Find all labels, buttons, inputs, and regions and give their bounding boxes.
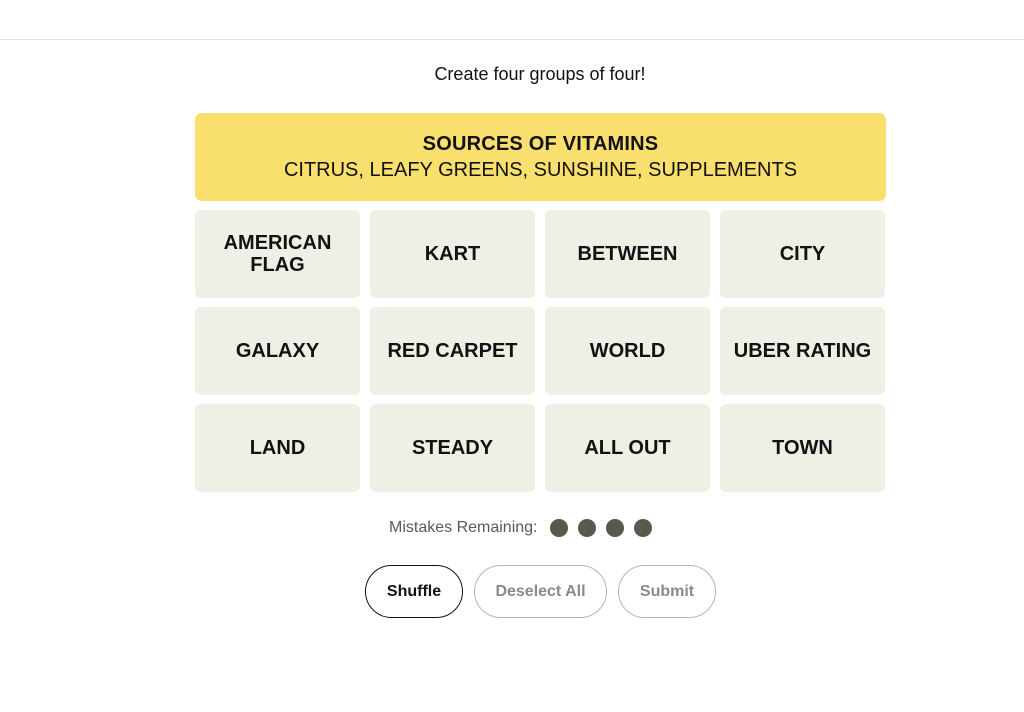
word-tile[interactable]: ALL OUT <box>545 404 710 492</box>
word-tile[interactable]: WORLD <box>545 307 710 395</box>
word-tile[interactable]: RED CARPET <box>370 307 535 395</box>
mistake-dot <box>549 519 568 537</box>
game-board: SOURCES OF VITAMINS CITRUS, LEAFY GREENS… <box>195 113 886 492</box>
mistake-dot <box>633 519 652 537</box>
solved-category-members: CITRUS, LEAFY GREENS, SUNSHINE, SUPPLEME… <box>283 159 798 181</box>
mistake-dot <box>605 519 624 537</box>
solved-category: SOURCES OF VITAMINS CITRUS, LEAFY GREENS… <box>195 113 886 201</box>
word-tile[interactable]: TOWN <box>720 404 885 492</box>
mistake-dots <box>549 519 652 537</box>
mistake-dot <box>577 519 596 537</box>
word-tile[interactable]: CITY <box>720 210 885 298</box>
word-tile[interactable]: KART <box>370 210 535 298</box>
word-tile[interactable]: BETWEEN <box>545 210 710 298</box>
word-tile[interactable]: AMERICAN FLAG <box>195 210 360 298</box>
mistakes-label: Mistakes Remaining: <box>389 519 538 536</box>
deselect-all-button[interactable]: Deselect All <box>474 565 607 618</box>
word-tile[interactable]: UBER RATING <box>720 307 885 395</box>
word-tile[interactable]: GALAXY <box>195 307 360 395</box>
shuffle-button[interactable]: Shuffle <box>365 565 463 618</box>
word-tile[interactable]: STEADY <box>370 404 535 492</box>
submit-button[interactable]: Submit <box>618 565 716 618</box>
mistakes-remaining: Mistakes Remaining: <box>389 519 652 537</box>
word-tile[interactable]: LAND <box>195 404 360 492</box>
tile-grid: AMERICAN FLAG KART BETWEEN CITY GALAXY R… <box>195 210 886 492</box>
game-controls: Shuffle Deselect All Submit <box>365 565 716 618</box>
solved-category-title: SOURCES OF VITAMINS <box>422 133 659 155</box>
top-bar <box>0 0 1024 40</box>
instructions-text: Create four groups of four! <box>434 64 646 84</box>
